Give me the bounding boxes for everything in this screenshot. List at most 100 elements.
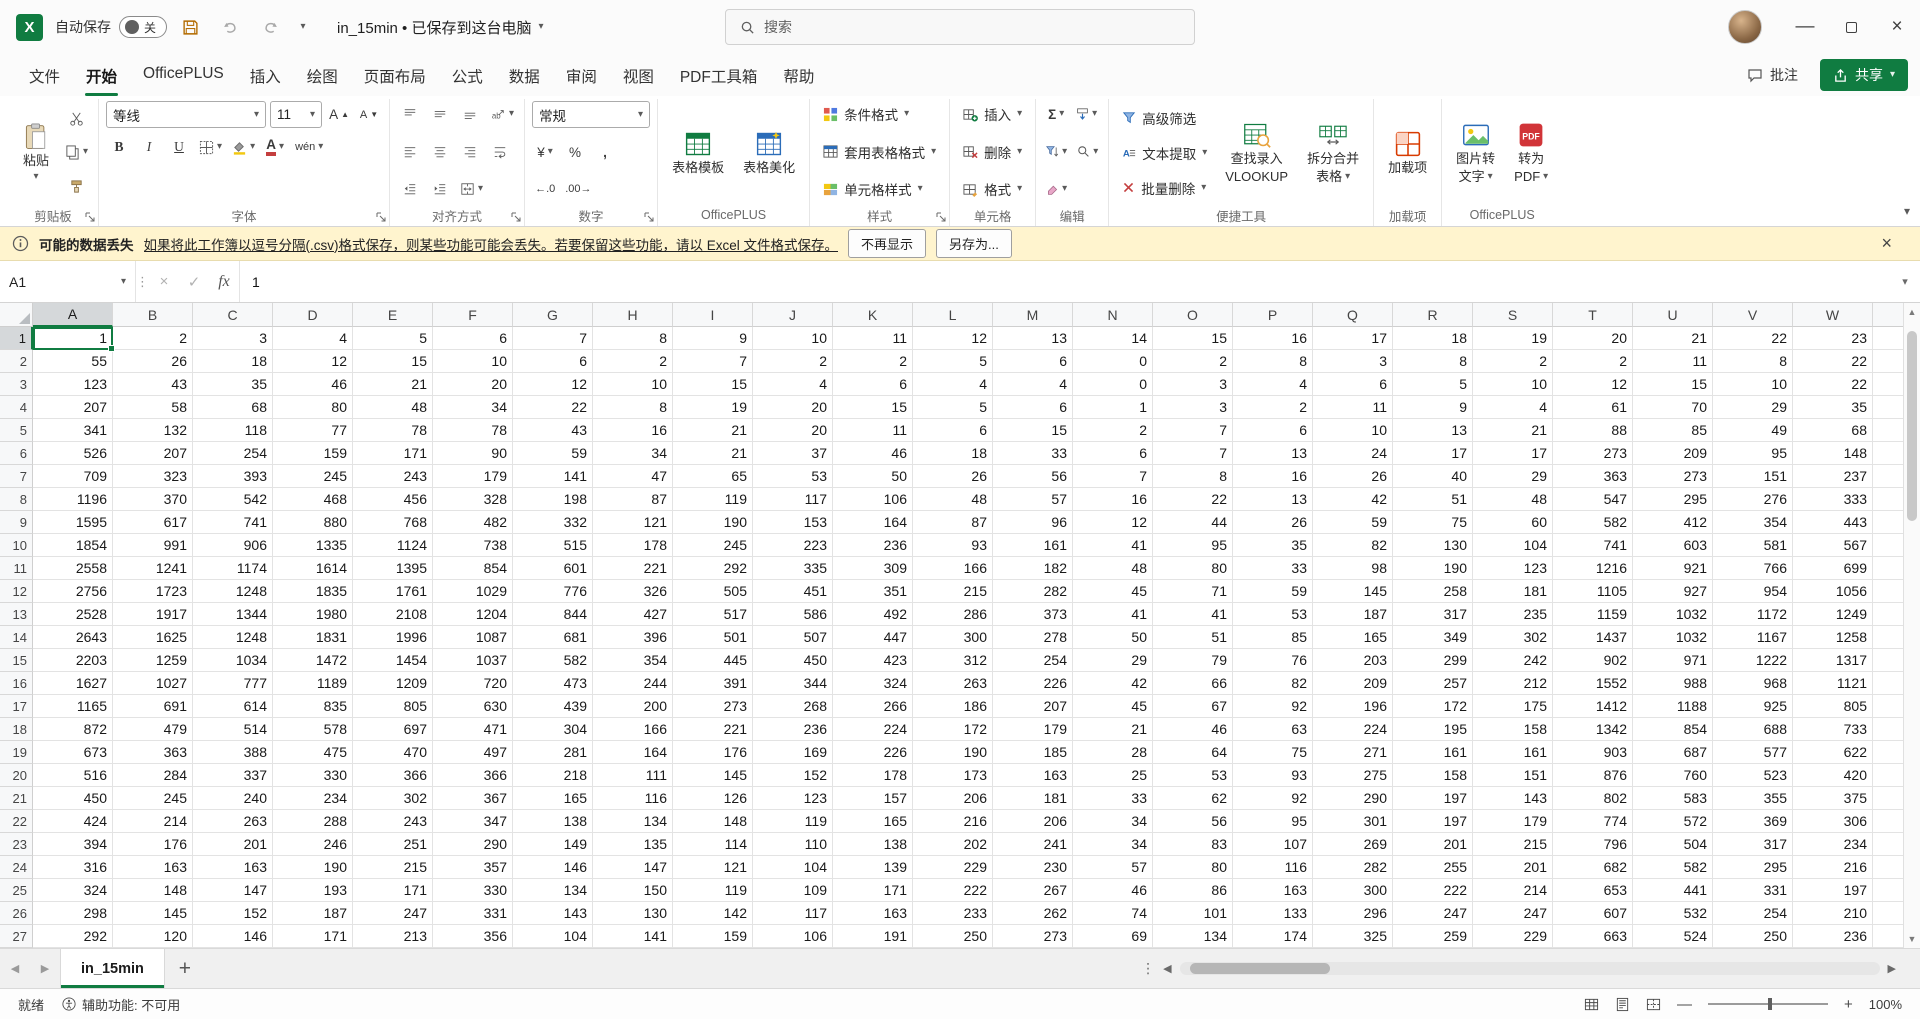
cell[interactable]: 393: [193, 465, 273, 488]
column-header-S[interactable]: S: [1473, 303, 1553, 327]
cell[interactable]: 172: [913, 718, 993, 741]
cell[interactable]: 33: [1073, 787, 1153, 810]
align-center-button[interactable]: [427, 139, 453, 165]
cell[interactable]: 62: [1153, 787, 1233, 810]
cell[interactable]: 179: [1473, 810, 1553, 833]
column-header-E[interactable]: E: [353, 303, 433, 327]
ribbon-tab-data[interactable]: 数据: [496, 57, 553, 96]
cell[interactable]: 2: [593, 350, 673, 373]
cell[interactable]: 2558: [33, 557, 113, 580]
cell[interactable]: 48: [913, 488, 993, 511]
cell-styles-button[interactable]: 单元格样式 ▾: [817, 176, 942, 202]
cell[interactable]: 158: [1393, 764, 1473, 787]
row-header-3[interactable]: 3: [0, 373, 33, 396]
cell[interactable]: 1165: [33, 695, 113, 718]
cell[interactable]: 152: [193, 902, 273, 925]
cell[interactable]: 906: [193, 534, 273, 557]
cell[interactable]: 312: [913, 649, 993, 672]
cell[interactable]: 356: [433, 925, 513, 948]
cell[interactable]: 622: [1793, 741, 1873, 764]
cell[interactable]: 18: [193, 350, 273, 373]
cell[interactable]: 302: [353, 787, 433, 810]
cell[interactable]: 169: [753, 741, 833, 764]
cell[interactable]: 6: [1313, 373, 1393, 396]
cell[interactable]: 391: [673, 672, 753, 695]
cell[interactable]: 6: [513, 350, 593, 373]
cell[interactable]: 2108: [353, 603, 433, 626]
cell[interactable]: 121: [593, 511, 673, 534]
avatar[interactable]: [1728, 10, 1762, 44]
cell[interactable]: 273: [993, 925, 1073, 948]
cell[interactable]: 152: [753, 764, 833, 787]
vlookup-button[interactable]: 查找录入 VLOOKUP: [1218, 101, 1295, 204]
cell[interactable]: 75: [1393, 511, 1473, 534]
cell[interactable]: 1454: [353, 649, 433, 672]
cell[interactable]: 5: [913, 396, 993, 419]
ribbon-tab-home[interactable]: 开始: [73, 57, 130, 96]
cell[interactable]: 229: [1473, 925, 1553, 948]
cell[interactable]: 33: [993, 442, 1073, 465]
cell[interactable]: 35: [1233, 534, 1313, 557]
borders-button[interactable]: ▾: [196, 134, 225, 160]
cell[interactable]: 216: [913, 810, 993, 833]
phonetic-guide-button[interactable]: wén ▾: [292, 134, 326, 160]
cell[interactable]: 42: [1313, 488, 1393, 511]
cell[interactable]: 21: [1633, 327, 1713, 350]
cell[interactable]: 71: [1153, 580, 1233, 603]
cell[interactable]: 93: [1233, 764, 1313, 787]
cell[interactable]: 13: [1233, 442, 1313, 465]
cell[interactable]: 1037: [433, 649, 513, 672]
column-header-F[interactable]: F: [433, 303, 513, 327]
cell[interactable]: 357: [433, 856, 513, 879]
cell[interactable]: 12: [913, 327, 993, 350]
cell[interactable]: 49: [1713, 419, 1793, 442]
expand-formula-bar-chevron-icon[interactable]: ▾: [1890, 261, 1920, 302]
cell[interactable]: 774: [1553, 810, 1633, 833]
cell[interactable]: 4: [993, 373, 1073, 396]
cell[interactable]: 450: [33, 787, 113, 810]
cell[interactable]: 26: [1233, 511, 1313, 534]
cell[interactable]: 523: [1713, 764, 1793, 787]
cell[interactable]: 1249: [1793, 603, 1873, 626]
save-as-button[interactable]: 另存为...: [936, 229, 1012, 258]
vertical-scrollbar[interactable]: ▲ ▼: [1903, 303, 1920, 948]
cell[interactable]: 70: [1633, 396, 1713, 419]
cell[interactable]: 373: [993, 603, 1073, 626]
cell[interactable]: 6: [1233, 419, 1313, 442]
cell[interactable]: 325: [1313, 925, 1393, 948]
cell[interactable]: [1873, 327, 1903, 350]
cell[interactable]: 216: [1793, 856, 1873, 879]
cell[interactable]: 805: [1793, 695, 1873, 718]
fill-handle[interactable]: [108, 345, 115, 352]
cell[interactable]: 104: [753, 856, 833, 879]
row-header-26[interactable]: 26: [0, 902, 33, 925]
cell[interactable]: 9: [673, 327, 753, 350]
cell[interactable]: 234: [1793, 833, 1873, 856]
cell[interactable]: 282: [993, 580, 1073, 603]
cell[interactable]: 396: [593, 626, 673, 649]
cell[interactable]: 6: [913, 419, 993, 442]
cell[interactable]: 0: [1073, 350, 1153, 373]
cell[interactable]: 4: [753, 373, 833, 396]
cell[interactable]: 59: [513, 442, 593, 465]
cell[interactable]: 349: [1393, 626, 1473, 649]
cell[interactable]: 171: [353, 879, 433, 902]
cell[interactable]: 276: [1713, 488, 1793, 511]
cell[interactable]: 2203: [33, 649, 113, 672]
warning-message[interactable]: 如果将此工作簿以逗号分隔(.csv)格式保存，则某些功能可能会丢失。若要保留这些…: [144, 234, 839, 254]
cell[interactable]: 134: [1153, 925, 1233, 948]
cell[interactable]: 11: [833, 327, 913, 350]
cell[interactable]: 76: [1233, 649, 1313, 672]
cell[interactable]: [1873, 718, 1903, 741]
cell[interactable]: 203: [1313, 649, 1393, 672]
cell[interactable]: 6: [833, 373, 913, 396]
cell[interactable]: 766: [1713, 557, 1793, 580]
normal-view-icon[interactable]: [1584, 997, 1599, 1012]
cell[interactable]: 221: [593, 557, 673, 580]
cell[interactable]: [1873, 672, 1903, 695]
save-icon[interactable]: [173, 11, 207, 43]
cell[interactable]: 2643: [33, 626, 113, 649]
cell[interactable]: 123: [753, 787, 833, 810]
column-header-V[interactable]: V: [1713, 303, 1793, 327]
cell[interactable]: 9: [1393, 396, 1473, 419]
